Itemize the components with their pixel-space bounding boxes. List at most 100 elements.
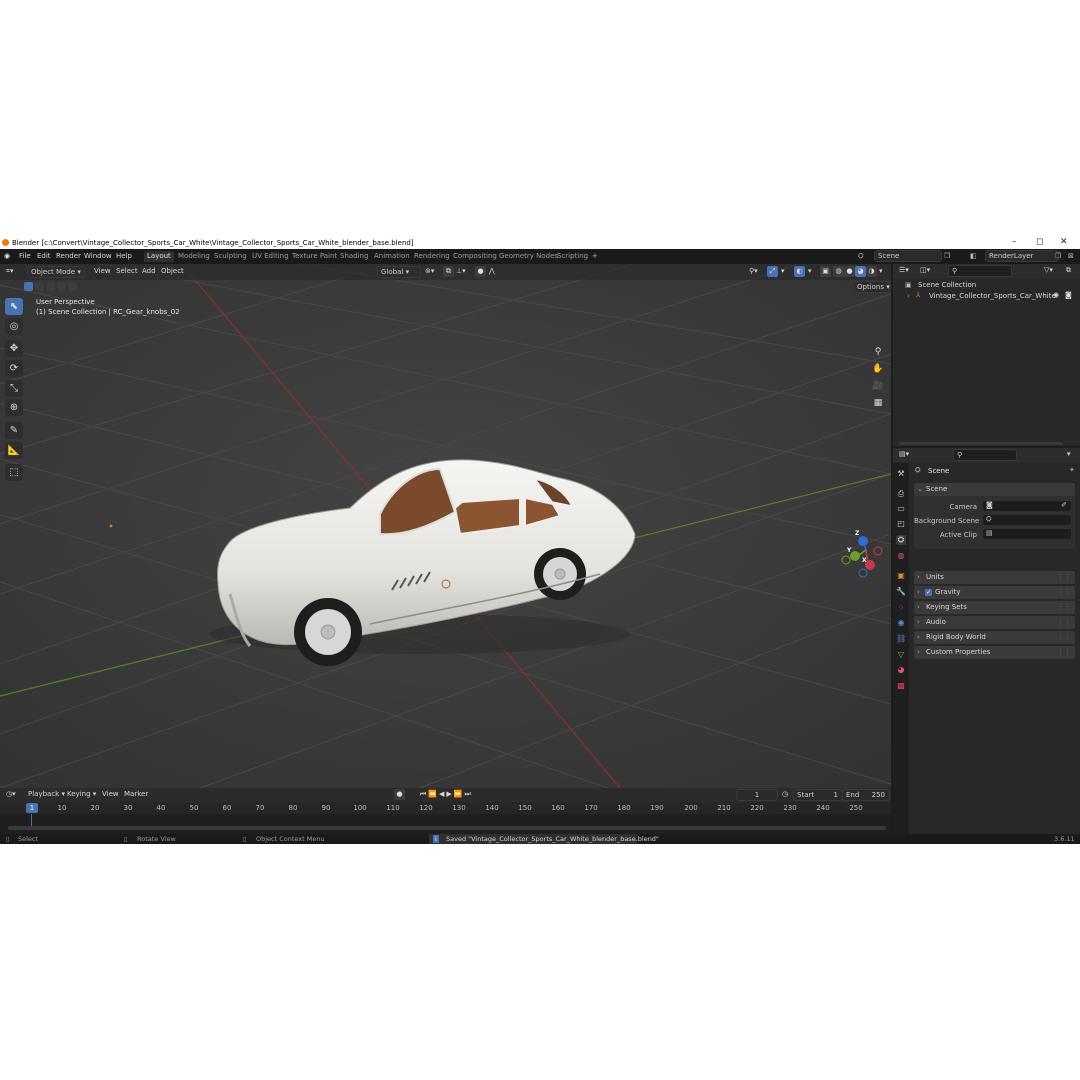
material-tab-icon[interactable]: ◕ bbox=[896, 665, 906, 675]
pivot-icon[interactable]: ⊚▾ bbox=[425, 267, 434, 275]
move-tool[interactable]: ✥ bbox=[5, 340, 23, 357]
ortho-grid-icon[interactable]: ▦ bbox=[871, 396, 885, 410]
material-shading-icon[interactable]: ◕ bbox=[855, 266, 866, 277]
cursor-tool[interactable]: ◎ bbox=[5, 318, 23, 335]
constraints-tab-icon[interactable]: ⛓ bbox=[896, 634, 906, 644]
eye-icon[interactable]: ◉ bbox=[1053, 291, 1059, 299]
scene-panel-header[interactable]: ⌄ Scene bbox=[914, 483, 1075, 496]
scale-tool[interactable]: ⤡ bbox=[5, 380, 23, 397]
maximize-button[interactable]: ◻ bbox=[1036, 237, 1043, 247]
texture-tab-icon[interactable]: ▩ bbox=[896, 681, 906, 691]
gravity-panel[interactable]: › ✓ Gravity ⋮⋮ bbox=[914, 586, 1075, 599]
menu-help[interactable]: Help bbox=[116, 252, 132, 260]
menu-add[interactable]: Add bbox=[142, 267, 156, 275]
tab-rendering[interactable]: Rendering bbox=[411, 251, 453, 262]
data-tab-icon[interactable]: ▽ bbox=[896, 650, 906, 660]
add-workspace-button[interactable]: + bbox=[589, 251, 601, 262]
outliner-root[interactable]: Scene Collection bbox=[918, 281, 976, 289]
menu-object[interactable]: Object bbox=[161, 267, 184, 275]
copy-scene-icon[interactable]: ❐ bbox=[944, 252, 950, 260]
record-icon[interactable]: ● bbox=[394, 789, 405, 800]
view-layer-tab-icon[interactable]: ◰ bbox=[896, 519, 906, 529]
properties-options-icon[interactable]: ▾ bbox=[1067, 450, 1071, 458]
menu-window[interactable]: Window bbox=[84, 252, 112, 260]
drag-handle-icon[interactable]: ⋮⋮ bbox=[1057, 646, 1071, 659]
minimize-button[interactable]: – bbox=[1012, 237, 1017, 247]
menu-marker[interactable]: Marker bbox=[124, 790, 148, 798]
wireframe-shading-icon[interactable]: ◍ bbox=[833, 266, 844, 277]
drag-handle-icon[interactable]: ⋮⋮ bbox=[1057, 571, 1071, 584]
gizmo-toggle-icon[interactable]: ⤢ bbox=[767, 266, 778, 277]
editor-type-icon[interactable]: ⌗▾ bbox=[6, 267, 13, 276]
outliner-item[interactable]: Vintage_Collector_Sports_Car_White bbox=[929, 292, 1056, 300]
pin-icon[interactable]: ✦ bbox=[1069, 466, 1075, 474]
world-tab-icon[interactable]: ◍ bbox=[896, 551, 906, 561]
current-frame-field[interactable]: 1 bbox=[736, 789, 778, 801]
render-layer-selector[interactable]: RenderLayer bbox=[985, 250, 1059, 262]
scene-tab-icon[interactable]: ⛭ bbox=[896, 535, 906, 545]
3d-viewport[interactable]: ⌗▾ Object Mode ▾ View Select Add Object … bbox=[0, 264, 891, 788]
transform-orientation[interactable]: Global ▾ bbox=[377, 266, 421, 278]
active-clip-field[interactable]: ▤ bbox=[983, 529, 1071, 539]
units-panel[interactable]: › Units ⋮⋮ bbox=[914, 571, 1075, 584]
select-mode-subtract-icon[interactable] bbox=[46, 282, 55, 291]
outliner-editor-type-icon[interactable]: ☰▾ bbox=[899, 266, 909, 274]
eyedropper-icon[interactable]: ✐ bbox=[1061, 499, 1067, 512]
object-tab-icon[interactable]: ▣ bbox=[896, 571, 906, 581]
menu-timeline-view[interactable]: View bbox=[102, 790, 119, 798]
new-collection-icon[interactable]: ⧉ bbox=[1066, 266, 1071, 275]
drag-handle-icon[interactable]: ⋮⋮ bbox=[1057, 616, 1071, 629]
audio-panel[interactable]: › Audio ⋮⋮ bbox=[914, 616, 1075, 629]
outliner-search-input[interactable]: ⚲ bbox=[948, 265, 1012, 277]
menu-playback[interactable]: Playback ▾ bbox=[28, 790, 65, 798]
menu-keying[interactable]: Keying ▾ bbox=[67, 790, 96, 798]
zoom-icon[interactable]: ⚲ bbox=[871, 345, 885, 359]
modifier-tab-icon[interactable]: 🔧 bbox=[896, 587, 906, 597]
expand-chevron-icon[interactable]: › bbox=[907, 292, 910, 300]
render-camera-icon[interactable]: ◙ bbox=[1065, 291, 1072, 299]
snap-target-icon[interactable]: ⊥▾ bbox=[456, 267, 466, 275]
start-frame-field[interactable]: Start 1 bbox=[793, 789, 843, 801]
transform-tool[interactable]: ⊕ bbox=[5, 399, 23, 416]
drag-handle-icon[interactable]: ⋮⋮ bbox=[1057, 631, 1071, 644]
menu-file[interactable]: File bbox=[19, 252, 31, 260]
outliner-scrollbar[interactable] bbox=[898, 442, 1063, 445]
measure-tool[interactable]: 📐 bbox=[5, 442, 23, 459]
overlay-dropdown-icon[interactable]: ▾ bbox=[808, 267, 812, 275]
timeline-body[interactable] bbox=[0, 814, 891, 834]
visibility-icon[interactable]: ⚲▾ bbox=[749, 267, 758, 275]
copy-layer-icon[interactable]: ❐ bbox=[1055, 252, 1061, 260]
overlay-toggle-icon[interactable]: ◐ bbox=[794, 266, 805, 277]
rotate-tool[interactable]: ⟳ bbox=[5, 360, 23, 377]
menu-view[interactable]: View bbox=[94, 267, 111, 275]
tab-sculpting[interactable]: Sculpting bbox=[211, 251, 250, 262]
properties-search-input[interactable]: ⚲ bbox=[953, 449, 1017, 461]
output-tab-icon[interactable]: ▭ bbox=[896, 504, 906, 514]
tab-layout[interactable]: Layout bbox=[144, 251, 174, 262]
close-button[interactable]: ✕ bbox=[1060, 237, 1068, 247]
frame-ruler[interactable]: 1 10 20 30 40 50 60 70 80 90 100 110 120… bbox=[0, 802, 891, 814]
tab-shading[interactable]: Shading bbox=[337, 251, 371, 262]
mode-selector[interactable]: Object Mode ▾ bbox=[27, 266, 85, 278]
drag-handle-icon[interactable]: ⋮⋮ bbox=[1057, 586, 1071, 599]
snap-icon[interactable]: ⧉ bbox=[443, 266, 454, 277]
tab-uv-editing[interactable]: UV Editing bbox=[249, 251, 292, 262]
options-button[interactable]: Options ▾ bbox=[853, 281, 890, 293]
menu-select[interactable]: Select bbox=[116, 267, 138, 275]
add-cube-tool[interactable]: ⬚ bbox=[5, 464, 23, 481]
tab-compositing[interactable]: Compositing bbox=[450, 251, 500, 262]
tab-modeling[interactable]: Modeling bbox=[175, 251, 213, 262]
background-scene-field[interactable]: ⛭ bbox=[983, 515, 1071, 525]
timeline-scrollbar[interactable] bbox=[8, 826, 886, 830]
playback-controls[interactable]: ⏮⏪◀▶⏩⏭ bbox=[420, 790, 473, 799]
select-mode-intersect-icon[interactable] bbox=[68, 282, 77, 291]
gizmo-dropdown-icon[interactable]: ▾ bbox=[781, 267, 785, 275]
remove-layer-icon[interactable]: ⊠ bbox=[1068, 252, 1074, 260]
render-tab-icon[interactable]: ⎙ bbox=[896, 489, 906, 499]
tab-scripting[interactable]: Scripting bbox=[554, 251, 591, 262]
camera-field[interactable]: ◙ ✐ bbox=[983, 501, 1071, 511]
rigid-body-world-panel[interactable]: › Rigid Body World ⋮⋮ bbox=[914, 631, 1075, 644]
solid-shading-icon[interactable]: ● bbox=[844, 266, 855, 277]
falloff-icon[interactable]: ⋀ bbox=[489, 267, 495, 275]
drag-handle-icon[interactable]: ⋮⋮ bbox=[1057, 601, 1071, 614]
